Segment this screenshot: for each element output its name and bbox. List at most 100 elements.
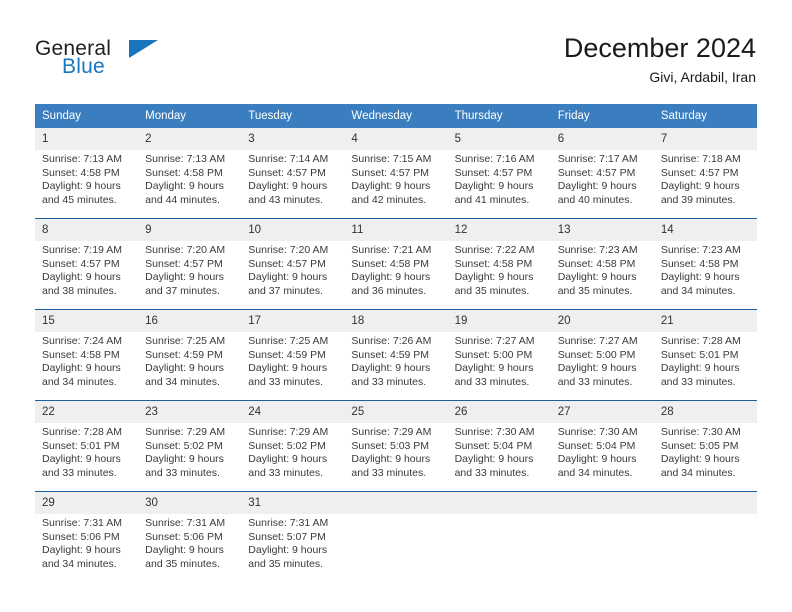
daylight-text-line2: and 34 minutes. (42, 557, 117, 570)
day-details: Sunrise: 7:30 AM Sunset: 5:04 PM Dayligh… (551, 423, 654, 480)
day-cell[interactable]: 19 Sunrise: 7:27 AM Sunset: 5:00 PM Dayl… (447, 309, 551, 401)
day-number: 18 (344, 310, 448, 332)
day-cell[interactable]: 8 Sunrise: 7:19 AM Sunset: 4:57 PM Dayli… (35, 218, 139, 310)
day-number: 10 (241, 219, 345, 241)
daylight-text-line2: and 35 minutes. (145, 557, 220, 570)
day-number: 3 (241, 128, 345, 150)
sunset-text: Sunset: 4:57 PM (42, 257, 120, 270)
day-cell[interactable]: 2 Sunrise: 7:13 AM Sunset: 4:58 PM Dayli… (138, 128, 242, 219)
day-number: 1 (35, 128, 139, 150)
daylight-text-line2: and 34 minutes. (145, 375, 220, 388)
sunrise-text: Sunrise: 7:30 AM (454, 426, 535, 438)
day-cell[interactable]: 13 Sunrise: 7:23 AM Sunset: 4:58 PM Dayl… (550, 218, 654, 310)
daylight-text-line1: Daylight: 9 hours (557, 362, 637, 375)
weekday-header-thursday: Thursday (447, 104, 551, 128)
day-number: 24 (241, 401, 345, 423)
day-details: Sunrise: 7:29 AM Sunset: 5:02 PM Dayligh… (138, 423, 241, 480)
sunrise-text: Sunrise: 7:20 AM (145, 244, 226, 256)
day-details: Sunrise: 7:26 AM Sunset: 4:59 PM Dayligh… (344, 332, 447, 389)
sunset-text: Sunset: 5:07 PM (248, 530, 326, 543)
sunrise-text: Sunrise: 7:16 AM (454, 153, 535, 165)
weekday-header-saturday: Saturday (653, 104, 757, 128)
day-cell[interactable]: 28 Sunrise: 7:30 AM Sunset: 5:05 PM Dayl… (653, 400, 757, 492)
sunset-text: Sunset: 4:58 PM (557, 257, 636, 270)
daylight-text-line1: Daylight: 9 hours (660, 453, 740, 466)
day-cell[interactable]: 15 Sunrise: 7:24 AM Sunset: 4:58 PM Dayl… (35, 309, 139, 401)
day-cell[interactable]: 27 Sunrise: 7:30 AM Sunset: 5:04 PM Dayl… (550, 400, 654, 492)
day-cell[interactable]: 21 Sunrise: 7:28 AM Sunset: 5:01 PM Dayl… (653, 309, 757, 401)
day-details: Sunrise: 7:30 AM Sunset: 5:04 PM Dayligh… (448, 423, 551, 480)
weekday-header-monday: Monday (138, 104, 242, 128)
sunset-text: Sunset: 4:57 PM (351, 166, 430, 179)
day-cell[interactable]: 14 Sunrise: 7:23 AM Sunset: 4:58 PM Dayl… (653, 218, 757, 310)
sunrise-text: Sunrise: 7:23 AM (660, 244, 741, 256)
sunrise-text: Sunrise: 7:29 AM (248, 426, 329, 438)
title-block: December 2024 Givi, Ardabil, Iran (564, 32, 756, 86)
calendar-week-row: 1 Sunrise: 7:13 AM Sunset: 4:58 PM Dayli… (35, 128, 757, 219)
day-number (344, 492, 448, 514)
daylight-text-line1: Daylight: 9 hours (557, 180, 637, 193)
daylight-text-line2: and 35 minutes. (454, 284, 530, 297)
daylight-text-line2: and 33 minutes. (248, 375, 323, 388)
general-blue-logo[interactable]: General Blue (35, 38, 215, 84)
day-cell[interactable]: 16 Sunrise: 7:25 AM Sunset: 4:59 PM Dayl… (138, 309, 242, 401)
sunset-text: Sunset: 4:57 PM (248, 166, 326, 179)
day-number: 17 (241, 310, 345, 332)
day-cell[interactable]: 11 Sunrise: 7:21 AM Sunset: 4:58 PM Dayl… (344, 218, 448, 310)
day-number: 11 (344, 219, 448, 241)
day-cell[interactable]: 6 Sunrise: 7:17 AM Sunset: 4:57 PM Dayli… (550, 128, 654, 219)
day-details: Sunrise: 7:15 AM Sunset: 4:57 PM Dayligh… (344, 150, 447, 207)
day-details: Sunrise: 7:23 AM Sunset: 4:58 PM Dayligh… (551, 241, 654, 298)
day-cell[interactable]: 20 Sunrise: 7:27 AM Sunset: 5:00 PM Dayl… (550, 309, 654, 401)
day-number: 22 (35, 401, 139, 423)
day-number: 20 (550, 310, 654, 332)
sunrise-text: Sunrise: 7:18 AM (660, 153, 741, 165)
day-cell[interactable]: 30 Sunrise: 7:31 AM Sunset: 5:06 PM Dayl… (138, 491, 242, 582)
daylight-text-line1: Daylight: 9 hours (248, 453, 328, 466)
sunrise-text: Sunrise: 7:13 AM (145, 153, 226, 165)
day-cell[interactable]: 23 Sunrise: 7:29 AM Sunset: 5:02 PM Dayl… (138, 400, 242, 492)
day-cell[interactable]: 1 Sunrise: 7:13 AM Sunset: 4:58 PM Dayli… (35, 128, 139, 219)
daylight-text-line2: and 34 minutes. (660, 466, 736, 479)
day-number: 30 (138, 492, 242, 514)
day-number: 27 (550, 401, 654, 423)
day-cell[interactable]: 18 Sunrise: 7:26 AM Sunset: 4:59 PM Dayl… (344, 309, 448, 401)
sunrise-text: Sunrise: 7:31 AM (42, 517, 122, 529)
sunset-text: Sunset: 4:58 PM (454, 257, 533, 270)
logo-text-blue: Blue (62, 55, 105, 78)
day-details: Sunrise: 7:28 AM Sunset: 5:01 PM Dayligh… (654, 332, 757, 389)
sunset-text: Sunset: 5:05 PM (660, 439, 739, 452)
daylight-text-line2: and 33 minutes. (351, 466, 427, 479)
day-cell[interactable]: 5 Sunrise: 7:16 AM Sunset: 4:57 PM Dayli… (447, 128, 551, 219)
day-cell[interactable]: 24 Sunrise: 7:29 AM Sunset: 5:02 PM Dayl… (241, 400, 345, 492)
day-cell[interactable]: 9 Sunrise: 7:20 AM Sunset: 4:57 PM Dayli… (138, 218, 242, 310)
day-cell[interactable]: 17 Sunrise: 7:25 AM Sunset: 4:59 PM Dayl… (241, 309, 345, 401)
day-cell[interactable]: 22 Sunrise: 7:28 AM Sunset: 5:01 PM Dayl… (35, 400, 139, 492)
weekday-header-wednesday: Wednesday (344, 104, 448, 128)
day-cell[interactable]: 4 Sunrise: 7:15 AM Sunset: 4:57 PM Dayli… (344, 128, 448, 219)
daylight-text-line1: Daylight: 9 hours (42, 362, 121, 375)
daylight-text-line1: Daylight: 9 hours (248, 271, 328, 284)
daylight-text-line2: and 44 minutes. (145, 193, 220, 206)
day-number: 8 (35, 219, 139, 241)
sunrise-text: Sunrise: 7:20 AM (248, 244, 329, 256)
calendar-week-row: 29 Sunrise: 7:31 AM Sunset: 5:06 PM Dayl… (35, 491, 757, 582)
day-details: Sunrise: 7:16 AM Sunset: 4:57 PM Dayligh… (448, 150, 551, 207)
sunrise-text: Sunrise: 7:21 AM (351, 244, 432, 256)
day-cell[interactable]: 31 Sunrise: 7:31 AM Sunset: 5:07 PM Dayl… (241, 491, 345, 582)
day-cell[interactable]: 25 Sunrise: 7:29 AM Sunset: 5:03 PM Dayl… (344, 400, 448, 492)
day-cell[interactable]: 10 Sunrise: 7:20 AM Sunset: 4:57 PM Dayl… (241, 218, 345, 310)
day-cell[interactable]: 7 Sunrise: 7:18 AM Sunset: 4:57 PM Dayli… (653, 128, 757, 219)
sunrise-text: Sunrise: 7:19 AM (42, 244, 122, 256)
sunset-text: Sunset: 5:06 PM (145, 530, 223, 543)
day-cell[interactable]: 12 Sunrise: 7:22 AM Sunset: 4:58 PM Dayl… (447, 218, 551, 310)
daylight-text-line2: and 39 minutes. (660, 193, 736, 206)
day-number: 15 (35, 310, 139, 332)
daylight-text-line1: Daylight: 9 hours (454, 453, 534, 466)
day-cell[interactable]: 26 Sunrise: 7:30 AM Sunset: 5:04 PM Dayl… (447, 400, 551, 492)
calendar-week-row: 15 Sunrise: 7:24 AM Sunset: 4:58 PM Dayl… (35, 309, 757, 401)
day-cell[interactable]: 3 Sunrise: 7:14 AM Sunset: 4:57 PM Dayli… (241, 128, 345, 219)
day-number: 13 (550, 219, 654, 241)
day-cell[interactable]: 29 Sunrise: 7:31 AM Sunset: 5:06 PM Dayl… (35, 491, 139, 582)
sunrise-text: Sunrise: 7:26 AM (351, 335, 432, 347)
